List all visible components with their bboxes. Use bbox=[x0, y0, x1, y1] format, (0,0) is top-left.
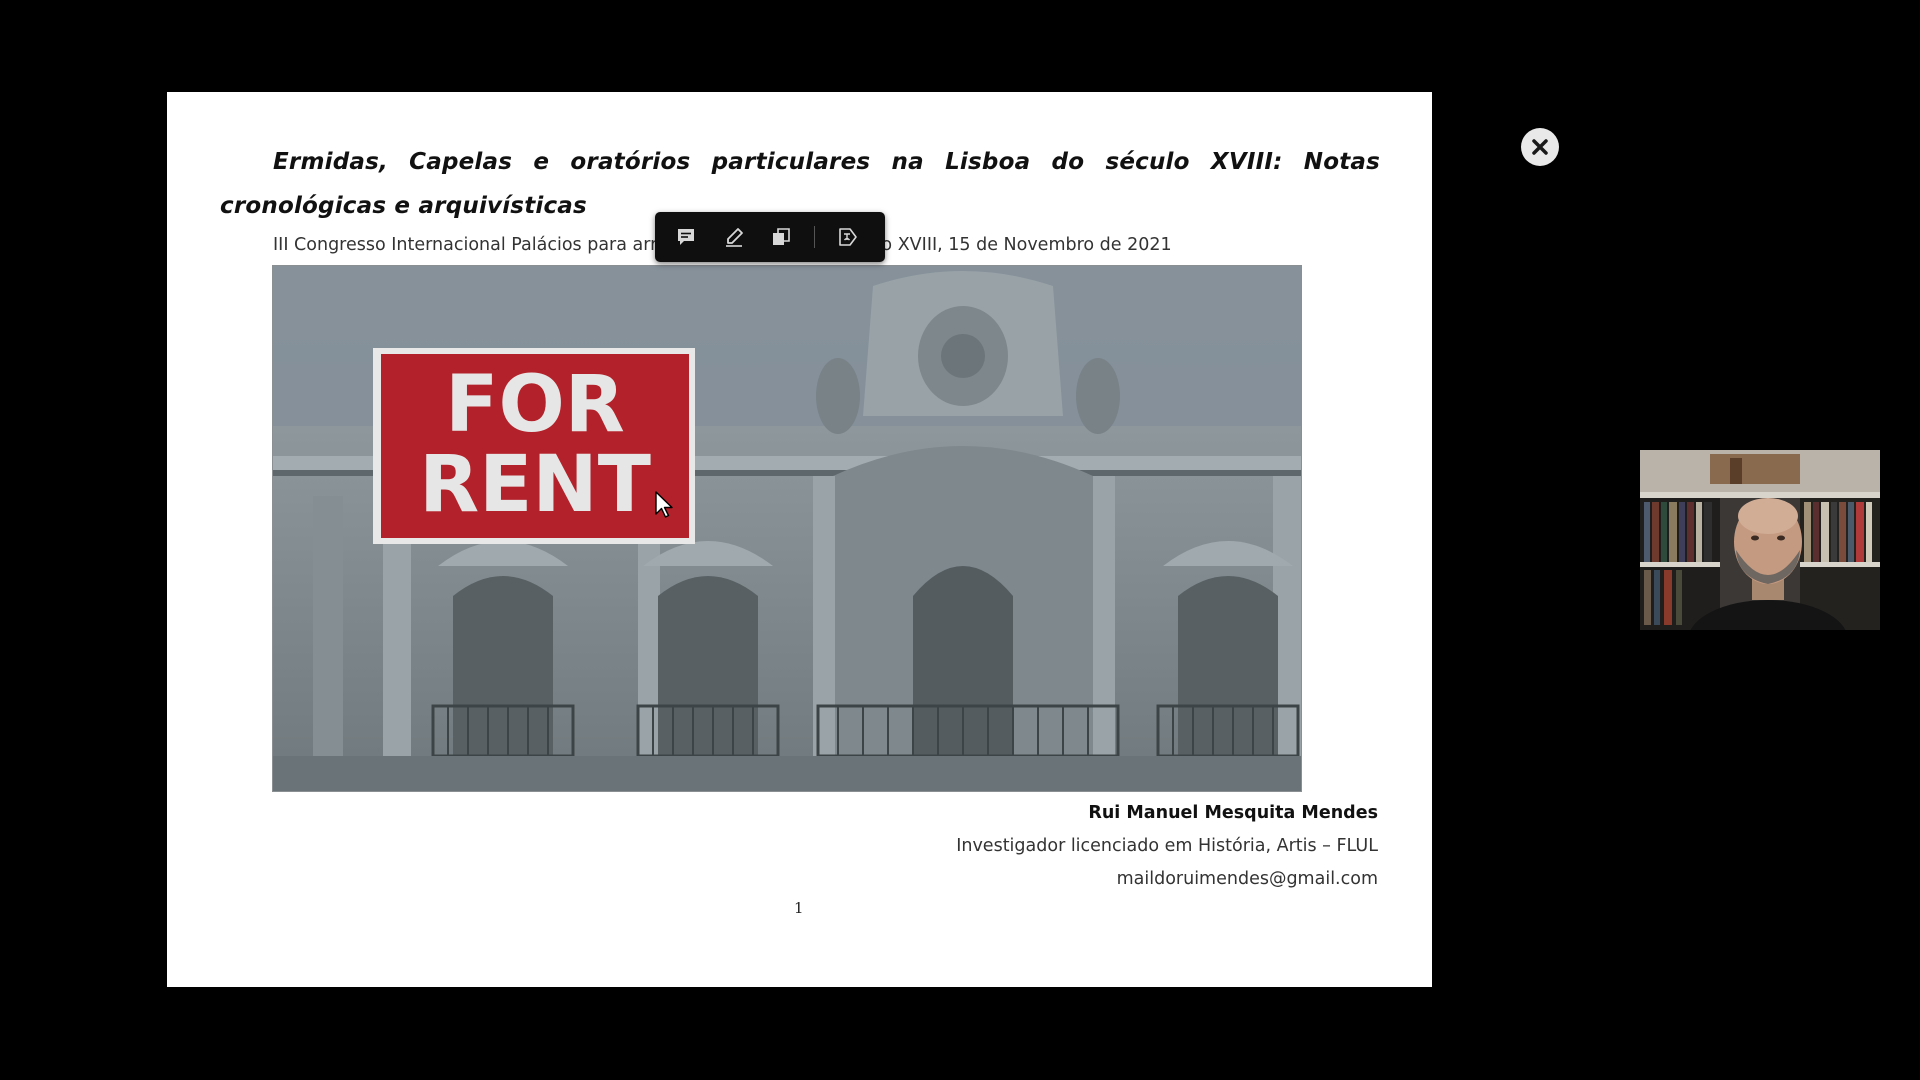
close-button[interactable] bbox=[1521, 128, 1559, 166]
toolbar-separator bbox=[814, 226, 816, 248]
author-email[interactable]: maildoruimendes@gmail.com bbox=[956, 863, 1378, 896]
palace-facade-image: FOR RENT bbox=[273, 266, 1301, 791]
copy-button[interactable] bbox=[761, 217, 803, 257]
participant-video-tile[interactable] bbox=[1640, 450, 1880, 630]
copy-icon bbox=[773, 228, 791, 245]
author-name: Rui Manuel Mesquita Mendes bbox=[1088, 803, 1378, 823]
highlighter-icon bbox=[725, 228, 743, 247]
page-number: 1 bbox=[794, 899, 804, 917]
participant-video-feed bbox=[1640, 450, 1880, 630]
highlight-button[interactable] bbox=[713, 217, 755, 257]
comment-icon bbox=[677, 229, 694, 245]
author-block: Rui Manuel Mesquita Mendes Investigador … bbox=[956, 797, 1378, 896]
close-icon bbox=[1532, 139, 1548, 155]
author-affiliation: Investigador licenciado em História, Art… bbox=[956, 836, 1378, 856]
document-figure: FOR RENT bbox=[272, 265, 1302, 792]
comment-button[interactable] bbox=[665, 217, 707, 257]
translate-icon bbox=[839, 228, 857, 246]
sign-text-line1: FOR bbox=[445, 360, 625, 450]
annotation-toolbar bbox=[655, 212, 885, 262]
sign-text-line2: RENT bbox=[419, 440, 651, 530]
translate-button[interactable] bbox=[827, 217, 869, 257]
